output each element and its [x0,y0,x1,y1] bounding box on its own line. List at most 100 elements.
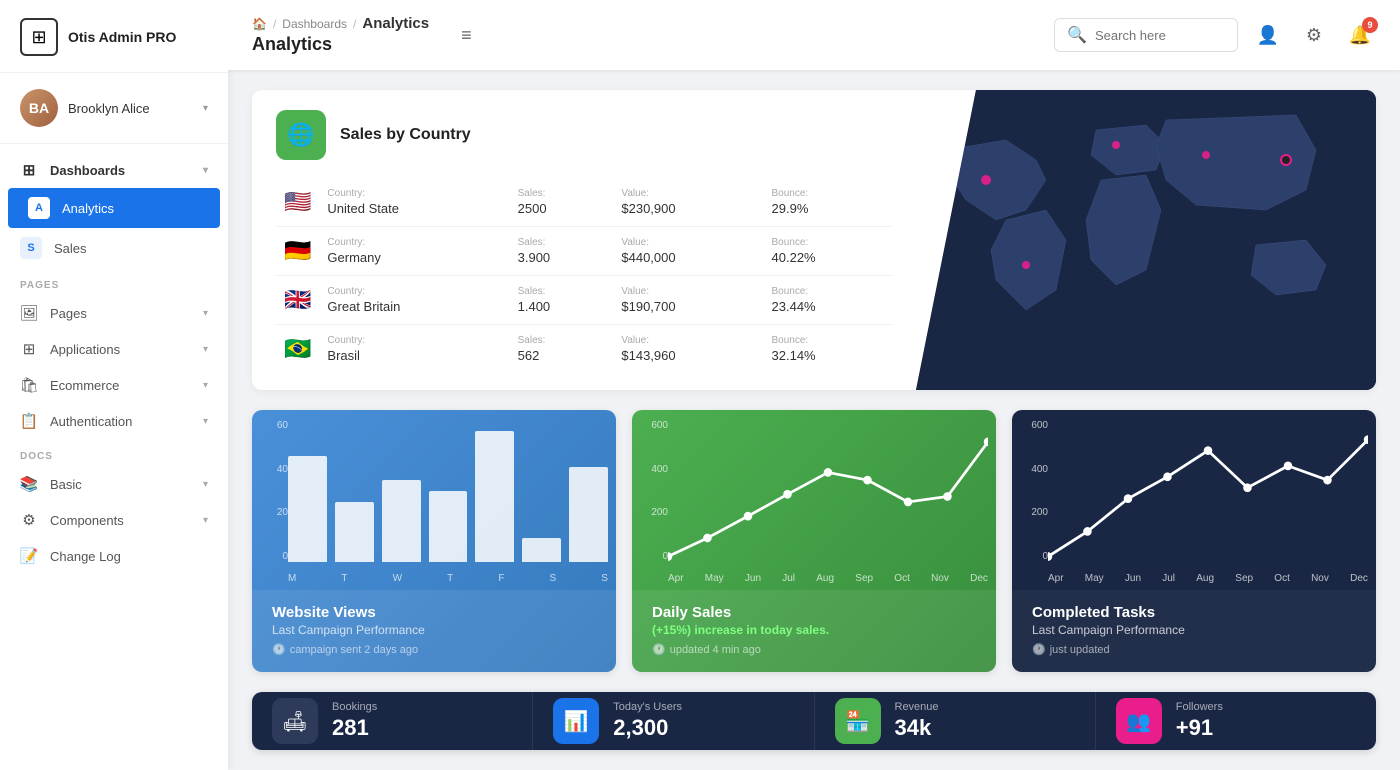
authentication-icon: 📋 [20,412,38,430]
sidebar-item-components[interactable]: ⚙ Components ▾ [0,502,228,538]
x-label-s: S [550,573,557,584]
basic-icon: 📚 [20,475,38,493]
sidebar-nav: ⊞ Dashboards ▾ A Analytics S Sales PAGES… [0,144,228,770]
components-icon: ⚙ [20,511,38,529]
country-row: 🇬🇧 Country: Great Britain Sales: 1.400 V… [276,276,892,325]
followers-value: +91 [1176,715,1223,741]
completed-tasks-chart: 600 400 200 0 [1012,410,1376,590]
card-title: Sales by Country [340,126,471,144]
header-right: 🔍 👤 ⚙ 🔔 9 [1054,18,1376,52]
user-profile-button[interactable]: 👤 [1252,19,1284,51]
sidebar-item-pages[interactable]: 🖼 Pages ▾ [0,295,228,331]
y-label-0-bar: 0 [260,551,288,562]
bar-t2 [429,491,468,562]
header: 🏠 / Dashboards / Analytics Analytics ≡ 🔍… [228,0,1400,70]
content-area: 🌐 Sales by Country 🇺🇸 Country: United St… [228,70,1400,770]
daily-sales-x-labels: Apr May Jun Jul Aug Sep Oct Nov Dec [668,573,988,584]
user-name: Brooklyn Alice [68,101,193,116]
followers-label: Followers [1176,701,1223,713]
stat-bookings: 🛋 Bookings 281 [252,692,533,750]
revenue-value: 34k [895,715,939,741]
sidebar-item-changelog[interactable]: 📝 Change Log [0,538,228,574]
notification-badge: 9 [1362,17,1378,33]
search-box: 🔍 [1054,18,1238,52]
page-title: Analytics [252,34,429,55]
authentication-chevron-icon: ▾ [203,416,208,427]
sidebar-item-authentication[interactable]: 📋 Authentication ▾ [0,403,228,439]
x-label-w: W [393,573,402,584]
daily-sales-card: 600 400 200 0 [632,410,996,672]
sidebar-item-analytics[interactable]: A Analytics [8,188,220,228]
analytics-icon: A [28,197,50,219]
bookings-icon: 🛋 [272,698,318,744]
breadcrumb: 🏠 / Dashboards / Analytics [252,15,429,32]
completed-tasks-x-labels: Apr May Jun Jul Aug Sep Oct Nov Dec [1048,573,1368,584]
users-value: 2,300 [613,715,682,741]
completed-tasks-info: Completed Tasks Last Campaign Performanc… [1012,590,1376,672]
home-icon: 🏠 [252,17,267,31]
daily-sales-footer: 🕐 updated 4 min ago [652,643,976,656]
website-views-chart: 60 40 20 0 M [252,410,616,590]
sidebar-item-applications[interactable]: ⊞ Applications ▾ [0,331,228,367]
daily-sales-info: Daily Sales (+15%) increase in today sal… [632,590,996,672]
page-title-block: 🏠 / Dashboards / Analytics Analytics [252,15,429,55]
sidebar-logo: ⊞ Otis Admin PRO [0,0,228,73]
y-label-40: 40 [260,464,288,475]
daily-sales-chart: 600 400 200 0 [632,410,996,590]
revenue-label: Revenue [895,701,939,713]
x-label-m: M [288,573,296,584]
x-label-f: F [498,573,504,584]
bar-s2 [569,467,608,562]
completed-tasks-title: Completed Tasks [1032,604,1356,621]
sales-icon: S [20,237,42,259]
gear-icon: ⚙ [1306,25,1322,46]
main-content: 🏠 / Dashboards / Analytics Analytics ≡ 🔍… [228,0,1400,770]
bar-w [382,480,421,562]
pages-icon: 🖼 [20,304,38,322]
sidebar-item-basic[interactable]: 📚 Basic ▾ [0,466,228,502]
flag-icon: 🇺🇸 [284,189,311,214]
bar-chart-area [288,420,608,562]
card-header: 🌐 Sales by Country [276,110,892,160]
ecommerce-chevron-icon: ▾ [203,380,208,391]
completed-tasks-subtitle: Last Campaign Performance [1032,623,1356,637]
applications-icon: ⊞ [20,340,38,358]
notifications-button[interactable]: 🔔 9 [1344,19,1376,51]
users-icon: 📊 [553,698,599,744]
settings-button[interactable]: ⚙ [1298,19,1330,51]
sidebar-user[interactable]: BA Brooklyn Alice ▾ [0,73,228,144]
daily-sales-subtitle: (+15%) increase in today sales. [652,623,976,637]
section-pages-label: PAGES [0,268,228,295]
revenue-icon: 🏪 [835,698,881,744]
website-views-subtitle: Last Campaign Performance [272,623,596,637]
revenue-info: Revenue 34k [895,701,939,741]
sales-country-card: 🌐 Sales by Country 🇺🇸 Country: United St… [252,90,1376,390]
components-chevron-icon: ▾ [203,515,208,526]
pages-chevron-icon: ▾ [203,308,208,319]
bar-s [522,538,561,562]
website-views-title: Website Views [272,604,596,621]
menu-toggle-button[interactable]: ≡ [461,25,472,46]
bookings-info: Bookings 281 [332,701,377,741]
bar-f [475,431,514,562]
country-row: 🇺🇸 Country: United State Sales: 2500 Val… [276,178,892,227]
sidebar-item-dashboards[interactable]: ⊞ Dashboards ▾ [0,152,228,188]
bar-m [288,456,327,563]
bar-x-labels: M T W T F S S [288,573,608,584]
sidebar-item-ecommerce[interactable]: 🛍 Ecommerce ▾ [0,367,228,403]
user-circle-icon: 👤 [1257,25,1279,46]
clock-icon-2: 🕐 [652,643,666,656]
clock-icon-3: 🕐 [1032,643,1046,656]
breadcrumb-current: Analytics [362,15,429,32]
globe-icon: 🌐 [276,110,326,160]
flag-icon: 🇧🇷 [284,336,311,361]
search-input[interactable] [1095,28,1225,43]
country-table: 🇺🇸 Country: United State Sales: 2500 Val… [276,178,892,373]
y-label-60: 60 [260,420,288,431]
bookings-value: 281 [332,715,377,741]
website-views-info: Website Views Last Campaign Performance … [252,590,616,672]
followers-icon: 👥 [1116,698,1162,744]
increase-badge: (+15%) [652,623,691,637]
daily-sales-line-svg [668,420,988,562]
sidebar-item-sales[interactable]: S Sales [0,228,228,268]
